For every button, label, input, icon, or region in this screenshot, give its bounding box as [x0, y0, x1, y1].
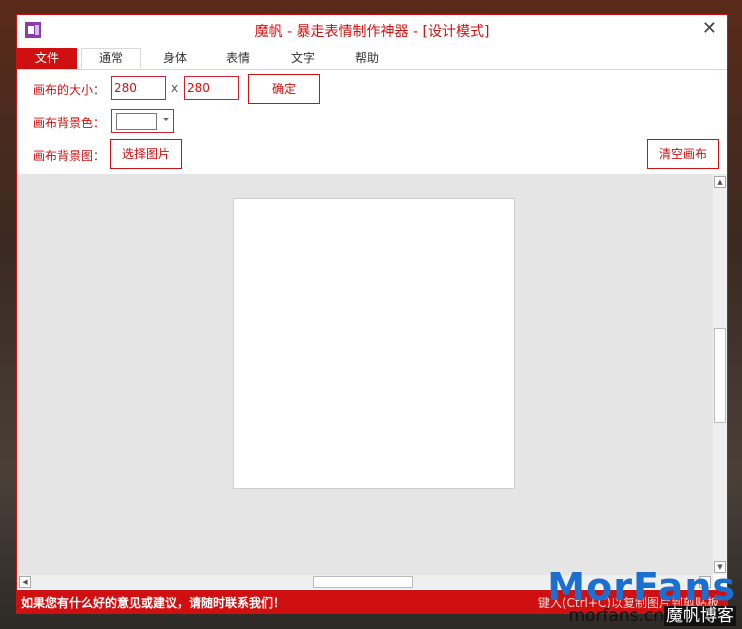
tab-text[interactable]: 文字 — [273, 48, 333, 69]
tab-expression[interactable]: 表情 — [208, 48, 268, 69]
tab-body[interactable]: 身体 — [145, 48, 205, 69]
close-icon[interactable]: ✕ — [702, 18, 717, 39]
bg-color-label: 画布背景色： — [33, 116, 106, 130]
watermark-domain: morfans.cn — [568, 606, 664, 626]
vertical-scrollbar[interactable]: ▲ ▼ — [713, 174, 727, 575]
watermark-logo: MorFans — [547, 565, 736, 609]
vertical-scroll-thumb[interactable] — [714, 328, 726, 423]
app-window: 魔帆 - 暴走表情制作神器 - [设计模式] ✕ 文件 通常 身体 表情 文字 … — [16, 14, 728, 614]
choose-image-button[interactable]: 选择图片 — [110, 139, 182, 169]
feedback-message: 如果您有什么好的意见或建议，请随时联系我们！ — [21, 596, 286, 610]
ribbon-panel: 画布的大小： x 确定 画布背景色： 画布背景图： 选择图片 清空画布 — [17, 70, 727, 176]
horizontal-scroll-thumb[interactable] — [313, 576, 413, 588]
drawing-canvas[interactable] — [233, 198, 515, 489]
clear-canvas-button[interactable]: 清空画布 — [647, 139, 719, 169]
canvas-size-label: 画布的大小： — [33, 83, 106, 97]
watermark: MorFans morfans.cn 魔帆博客 — [547, 568, 736, 626]
scroll-left-button[interactable]: ◀ — [19, 576, 31, 588]
size-separator: x — [171, 81, 179, 95]
confirm-size-button[interactable]: 确定 — [248, 74, 320, 104]
ribbon-tabs: 文件 通常 身体 表情 文字 帮助 — [17, 48, 727, 70]
bg-color-dropdown[interactable] — [111, 109, 174, 133]
color-swatch — [116, 113, 157, 130]
canvas-workspace — [17, 174, 713, 575]
watermark-blog: 魔帆博客 — [664, 606, 736, 626]
tab-help[interactable]: 帮助 — [337, 48, 397, 69]
canvas-height-input[interactable] — [184, 76, 239, 100]
title-bar: 魔帆 - 暴走表情制作神器 - [设计模式] ✕ — [17, 15, 727, 48]
canvas-width-input[interactable] — [111, 76, 166, 100]
window-title: 魔帆 - 暴走表情制作神器 - [设计模式] — [254, 24, 490, 40]
watermark-caption: morfans.cn 魔帆博客 — [547, 606, 736, 626]
tab-general[interactable]: 通常 — [81, 48, 141, 69]
chevron-down-icon — [163, 118, 169, 121]
bg-image-label: 画布背景图： — [33, 149, 106, 163]
tab-file[interactable]: 文件 — [17, 48, 77, 69]
scroll-up-button[interactable]: ▲ — [714, 176, 726, 188]
